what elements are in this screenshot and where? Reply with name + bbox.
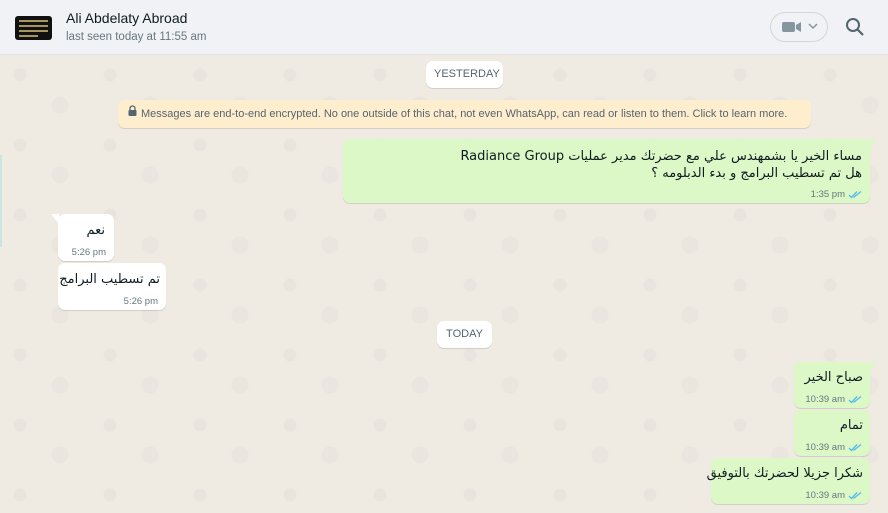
message-text: هل تم تسطيب البرامج و بدء الدبلومه ؟	[651, 166, 862, 181]
bubble-tail	[869, 362, 877, 372]
double-check-icon	[848, 395, 862, 404]
message-bubble-outgoing[interactable]: شكرا جزيلا لحضرتك بالتوفيق 10:39 am	[707, 458, 870, 504]
video-call-button[interactable]	[770, 12, 828, 42]
encryption-notice-text: Messages are end-to-end encrypted. No on…	[141, 108, 788, 120]
message-meta: 1:35 pm	[811, 189, 862, 200]
double-check-icon	[848, 443, 862, 452]
message-bubble-incoming[interactable]: نعم 5:26 pm	[51, 214, 114, 261]
double-check-icon	[848, 190, 862, 199]
message-time: 5:26 pm	[71, 247, 106, 258]
contact-name[interactable]: Ali Abdelaty Abroad	[66, 10, 187, 26]
message-time: 10:39 am	[805, 394, 845, 405]
message-meta: 5:26 pm	[124, 296, 158, 307]
message-time: 1:35 pm	[810, 189, 845, 200]
message-text: شكرا جزيلا لحضرتك بالتوفيق	[706, 466, 863, 481]
chevron-down-icon	[808, 23, 818, 30]
contact-avatar[interactable]	[15, 16, 52, 40]
lock-icon	[128, 99, 137, 127]
video-camera-icon	[782, 22, 801, 32]
message-time: 5:26 pm	[123, 296, 158, 307]
message-meta: 10:39 am	[805, 490, 862, 501]
message-bubble-outgoing[interactable]: تمام 10:39 am	[794, 410, 870, 456]
message-bubble-outgoing[interactable]: صباح الخير 10:39 am	[794, 362, 877, 408]
message-bubble-outgoing[interactable]: مساء الخير يا بشمهندس علي مع حضرتك مدير …	[343, 139, 877, 203]
message-text: نعم	[86, 223, 105, 238]
bubble-tail	[869, 139, 877, 149]
panel-divider	[0, 155, 2, 247]
message-bubble-incoming[interactable]: تم تسطيب البرامج 5:26 pm	[58, 263, 166, 310]
double-check-icon	[848, 491, 862, 500]
search-icon	[846, 18, 864, 36]
message-time: 10:39 am	[805, 442, 845, 453]
date-separator-today: TODAY	[437, 321, 492, 348]
message-text: صباح الخير	[804, 370, 863, 385]
message-meta: 5:26 pm	[72, 247, 106, 258]
bubble-tail	[51, 214, 59, 224]
chat-header[interactable]: Ali Abdelaty Abroad last seen today at 1…	[0, 0, 888, 55]
search-button[interactable]	[845, 17, 867, 39]
last-seen-status: last seen today at 11:55 am	[66, 31, 207, 43]
message-text: تم تسطيب البرامج	[59, 272, 160, 287]
message-text: تمام	[839, 418, 863, 433]
date-separator-yesterday: YESTERDAY	[426, 61, 503, 88]
message-text: مساء الخير يا بشمهندس علي مع حضرتك مدير …	[460, 149, 862, 164]
message-time: 10:39 am	[805, 490, 845, 501]
message-meta: 10:39 am	[805, 394, 862, 405]
message-meta: 10:39 am	[805, 442, 862, 453]
encryption-notice[interactable]: Messages are end-to-end encrypted. No on…	[118, 100, 811, 128]
conversation-panel[interactable]: YESTERDAY Messages are end-to-end encryp…	[0, 55, 888, 513]
